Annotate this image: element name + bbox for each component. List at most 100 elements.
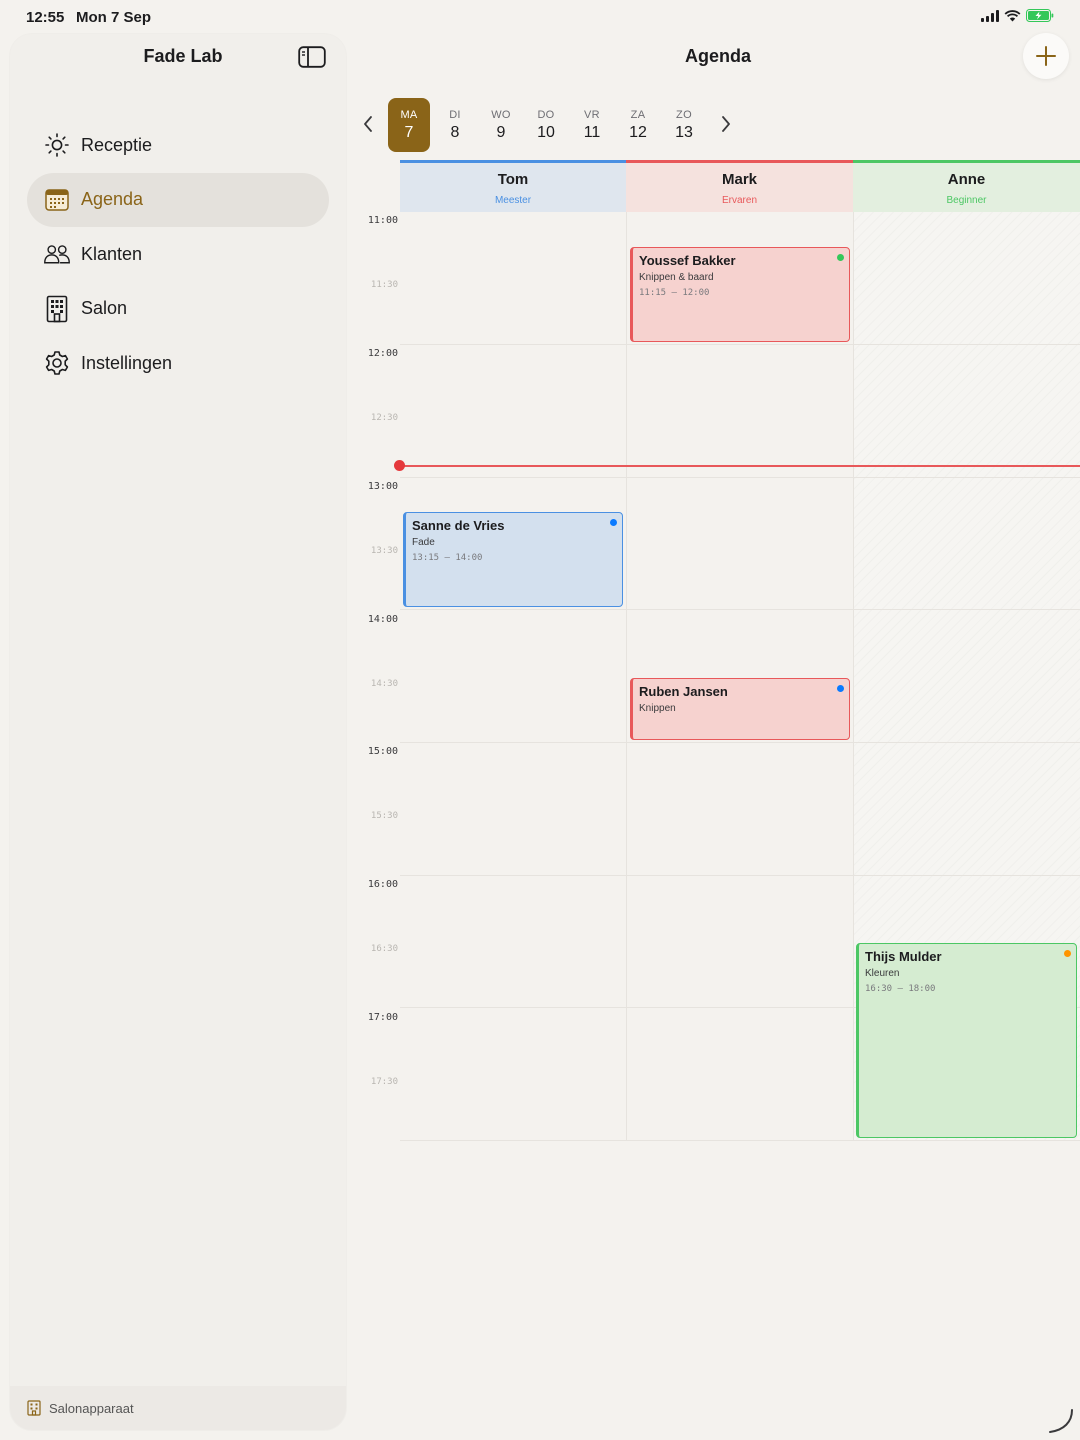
day-di[interactable]: DI 8 (434, 98, 476, 152)
people-icon (43, 240, 71, 268)
add-appointment-button[interactable] (1023, 33, 1069, 79)
staff-role: Ervaren (721, 195, 757, 206)
time-label: 17:30 (370, 1077, 398, 1087)
status-dot (837, 254, 844, 261)
staff-column-anne[interactable]: Anne Beginner (853, 160, 1080, 212)
status-date: Mon 7 Sep (76, 9, 152, 26)
sidebar-item-klanten[interactable]: Klanten (27, 227, 329, 281)
time-label: 11:30 (370, 280, 398, 290)
day-vr[interactable]: VR 11 (571, 98, 613, 152)
day-number: 12 (629, 124, 647, 141)
sidebar-item-label: Instellingen (81, 352, 173, 373)
day-do[interactable]: DO 10 (525, 98, 567, 152)
staff-column-tom[interactable]: Tom Meester (400, 160, 626, 212)
hour-line (400, 742, 1080, 743)
day-name: MA (400, 109, 418, 121)
sidebar-item-label: Agenda (81, 189, 144, 209)
staff-name: Tom (497, 171, 529, 188)
day-name: DO (537, 109, 555, 121)
appointment-thijs-mulder[interactable]: Thijs Mulder Kleuren 16:30 – 18:00 (856, 943, 1077, 1138)
sidebar-item-label: Salon (81, 298, 128, 318)
week-selector: MA 7 DI 8 WO 9 DO 10 VR 11 ZA 12 ZO 13 (356, 98, 756, 154)
day-zo[interactable]: ZO 13 (663, 98, 705, 152)
status-icons (981, 9, 1054, 22)
sidebar-item-receptie[interactable]: Receptie (27, 118, 329, 172)
sidebar: Fade Lab Receptie Agenda Klanten Salon I… (10, 34, 346, 1430)
current-time-line (400, 465, 1080, 467)
time-label: 14:00 (367, 614, 398, 625)
service-name: Fade (412, 537, 435, 548)
battery-charging-icon (1026, 9, 1054, 22)
device-label: Salonapparaat (49, 1400, 134, 1416)
sidebar-footer: Salonapparaat (10, 1386, 346, 1430)
hour-line (400, 477, 1080, 478)
page-title: Agenda (684, 46, 751, 66)
calendar-icon (43, 186, 71, 214)
service-name: Kleuren (865, 968, 900, 979)
plus-icon (1036, 46, 1056, 66)
time-label: 14:30 (370, 679, 398, 689)
appointment-ruben-jansen[interactable]: Ruben Jansen Knippen (630, 678, 850, 740)
previous-week-button[interactable] (356, 112, 380, 136)
time-label: 11:00 (367, 215, 398, 226)
staff-column-mark[interactable]: Mark Ervaren (626, 160, 853, 212)
status-dot (1064, 950, 1071, 957)
chevron-left-icon (364, 116, 372, 132)
hour-line (400, 875, 1080, 876)
day-za[interactable]: ZA 12 (617, 98, 659, 152)
time-label: 17:00 (367, 1012, 398, 1023)
day-number: 11 (583, 124, 601, 141)
client-name: Sanne de Vries (412, 518, 505, 533)
service-name: Knippen & baard (639, 272, 714, 283)
sidebar-item-label: Klanten (81, 243, 143, 264)
sun-icon (43, 131, 71, 159)
sidebar-item-instellingen[interactable]: Instellingen (27, 336, 329, 390)
hour-line (400, 609, 1080, 610)
appointment-sanne-de-vries[interactable]: Sanne de Vries Fade 13:15 – 14:00 (403, 512, 623, 607)
service-name: Knippen (639, 703, 676, 714)
appointment-time: 13:15 – 14:00 (412, 553, 483, 563)
sidebar-item-salon[interactable]: Salon (27, 282, 329, 336)
day-number: 10 (537, 124, 555, 141)
resize-handle-icon (1049, 1409, 1073, 1433)
hour-line (400, 1140, 1080, 1141)
column-divider (626, 212, 627, 1140)
column-divider (853, 212, 854, 1140)
day-number: 7 (404, 124, 414, 141)
chevron-right-icon (722, 116, 730, 132)
staff-role: Meester (494, 195, 532, 206)
client-name: Youssef Bakker (639, 253, 736, 268)
status-dot (610, 519, 617, 526)
time-label: 13:00 (367, 481, 398, 492)
staff-name: Mark (721, 171, 758, 188)
day-name: ZO (676, 109, 692, 121)
signal-icon (981, 9, 999, 22)
day-wo[interactable]: WO 9 (480, 98, 522, 152)
day-ma[interactable]: MA 7 (388, 98, 430, 152)
client-name: Ruben Jansen (639, 684, 728, 699)
status-dot (837, 685, 844, 692)
status-bar: 12:55 Mon 7 Sep (0, 0, 1080, 32)
time-label: 12:30 (370, 413, 398, 423)
appointment-time: 16:30 – 18:00 (865, 984, 936, 994)
day-number: 8 (450, 124, 460, 141)
day-name: VR (584, 109, 600, 121)
next-week-button[interactable] (714, 112, 738, 136)
sidebar-item-agenda[interactable]: Agenda (27, 172, 329, 227)
sidebar-toggle-icon[interactable] (298, 46, 326, 68)
time-label: 15:00 (367, 746, 398, 757)
time-label: 16:00 (367, 879, 398, 890)
device-building-icon (27, 1400, 41, 1416)
appointment-youssef-bakker[interactable]: Youssef Bakker Knippen & baard 11:15 – 1… (630, 247, 850, 342)
gear-icon (43, 349, 71, 377)
agenda-grid: 11:00 11:30 12:00 12:30 13:00 13:30 14:0… (356, 212, 1080, 1144)
sidebar-item-label: Receptie (81, 134, 153, 155)
hour-line (400, 344, 1080, 345)
day-name: DI (449, 109, 461, 121)
time-label: 15:30 (370, 811, 398, 821)
staff-role: Beginner (946, 195, 987, 206)
day-name: ZA (630, 109, 646, 121)
staff-name: Anne (947, 171, 986, 188)
current-time-indicator (394, 460, 405, 471)
wifi-icon (1004, 9, 1021, 21)
